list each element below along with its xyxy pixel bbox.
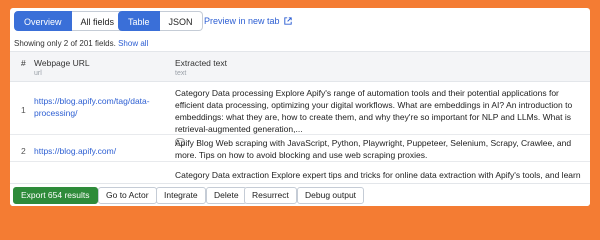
table-row[interactable]: 2 https://blog.apify.com/ Apify Blog Web… (10, 135, 590, 162)
external-link-icon (283, 17, 292, 25)
export-results-button[interactable]: Export 654 results (13, 187, 98, 204)
action-bar: Export 654 results Go to Actor Integrate… (10, 183, 590, 206)
row-url-link[interactable]: https://blog.apify.com/tag/data-processi… (34, 95, 159, 119)
tab-json[interactable]: JSON (159, 11, 203, 31)
go-to-actor-button[interactable]: Go to Actor (98, 187, 157, 204)
row-index: 1 (21, 105, 26, 115)
table-header: # Webpage URL url Extracted text text (10, 51, 590, 82)
row-extracted-text: Apify Blog Web scraping with JavaScript,… (175, 138, 572, 160)
row-url-link[interactable]: https://blog.apify.com/ (34, 145, 159, 157)
table-row[interactable]: 1 https://blog.apify.com/tag/data-proces… (10, 82, 590, 146)
format-tabs: Table JSON (118, 11, 203, 31)
resurrect-button[interactable]: Resurrect (244, 187, 297, 204)
field-count-notice: Showing only 2 of 201 fields. Show all (14, 39, 148, 48)
column-index: # (21, 58, 26, 68)
column-url-key: url (34, 70, 42, 77)
tab-overview[interactable]: Overview (14, 11, 72, 31)
preview-label: Preview in new tab (204, 16, 280, 26)
view-tabs: Overview All fields (14, 11, 125, 31)
column-extracted-text[interactable]: Extracted text text (175, 58, 227, 77)
delete-button[interactable]: Delete (206, 187, 247, 204)
show-all-link[interactable]: Show all (118, 39, 148, 48)
row-index: 2 (21, 146, 26, 156)
tab-all-fields[interactable]: All fields (71, 11, 125, 31)
column-text-key: text (175, 70, 187, 77)
dataset-panel: Overview All fields Table JSON Preview i… (10, 8, 590, 206)
toolbar: Overview All fields Table JSON Preview i… (10, 8, 590, 34)
integrate-button[interactable]: Integrate (156, 187, 206, 204)
debug-output-button[interactable]: Debug output (297, 187, 365, 204)
preview-in-new-tab-link[interactable]: Preview in new tab (204, 11, 292, 31)
tab-table[interactable]: Table (118, 11, 160, 31)
column-webpage-url[interactable]: Webpage URL url (34, 58, 90, 77)
showing-text: Showing only 2 of 201 fields. (14, 39, 116, 48)
